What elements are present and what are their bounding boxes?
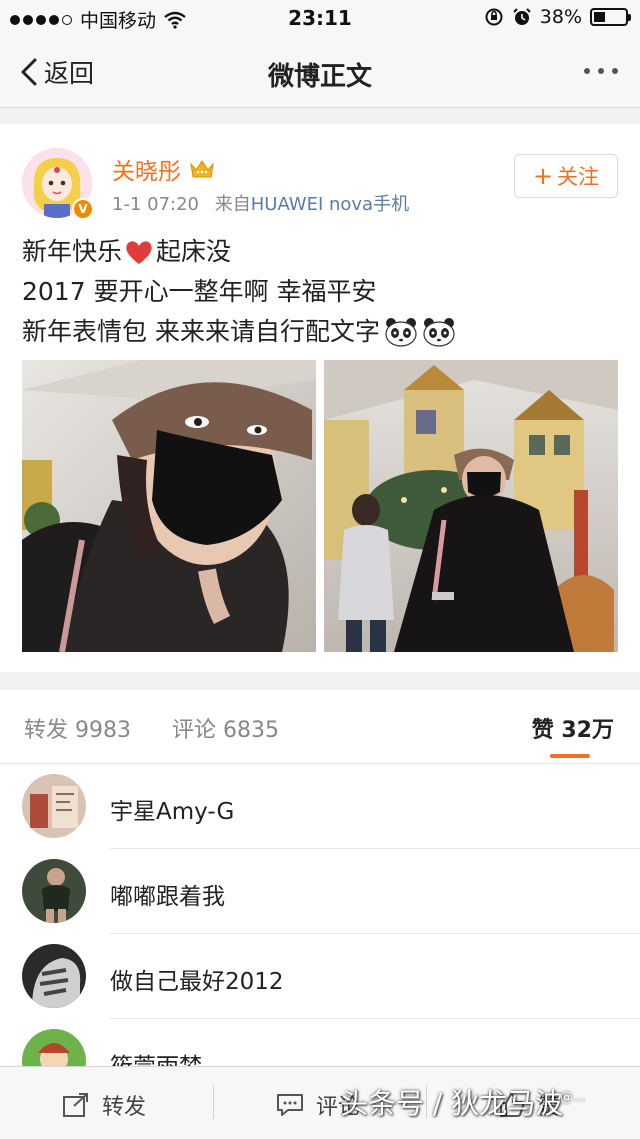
avatar[interactable] xyxy=(22,944,86,1008)
post-source[interactable]: HUAWEI nova手机 xyxy=(251,194,409,215)
share-icon xyxy=(63,1093,88,1117)
post-line-3: 新年表情包 来来来请自行配文字 xyxy=(22,312,456,352)
post-line-3-text: 新年表情包 来来来请自行配文字 xyxy=(22,317,380,346)
list-item[interactable]: 嘟嘟跟着我 xyxy=(0,849,640,934)
repost-label: 转发 xyxy=(102,1095,147,1120)
liker-name: 做自己最好2012 xyxy=(110,969,284,995)
liker-name: 筱萱雨梦 xyxy=(110,1047,202,1066)
verified-badge: V xyxy=(72,198,94,220)
list-item[interactable]: 筱萱雨梦 xyxy=(0,1019,640,1066)
tab-reposts[interactable]: 转发 9983 xyxy=(24,712,131,744)
post-photo-2[interactable] xyxy=(324,360,618,652)
avatar-image xyxy=(22,859,86,923)
battery-percent: 38% xyxy=(539,6,582,28)
page-title: 微博正文 xyxy=(267,62,372,92)
tab-comments-label: 评论 xyxy=(172,718,217,743)
post-timestamp: 1-1 07:20 xyxy=(112,194,199,215)
post-line-1-a: 新年快乐 xyxy=(22,237,123,266)
avatar[interactable] xyxy=(22,774,86,838)
panda-emoji-icon xyxy=(385,318,417,347)
post-line-1: 新年快乐 起床没 xyxy=(22,232,456,272)
likers-list: 宇星Amy-G 嘟嘟跟着我 做自己最好2012 xyxy=(0,764,640,1066)
avatar-image xyxy=(22,944,86,1008)
tab-comments[interactable]: 评论 6835 xyxy=(172,712,279,744)
panda-emoji-icon xyxy=(423,318,455,347)
more-dot-icon xyxy=(584,68,590,74)
list-item[interactable]: 做自己最好2012 xyxy=(0,934,640,1019)
post-photo-1[interactable] xyxy=(22,360,316,652)
status-bar: 中国移动 23:11 38% xyxy=(0,0,640,36)
crown-icon xyxy=(190,160,214,178)
tab-comments-count: 6835 xyxy=(223,718,280,743)
mall-photo-image xyxy=(324,360,618,652)
avatar-image xyxy=(22,1029,86,1066)
plus-icon: + xyxy=(532,162,554,190)
tab-reposts-count: 9983 xyxy=(75,718,132,743)
post-text: 新年快乐 起床没 2017 要开心一整年啊 幸福平安 新年表情包 来来来请自行配… xyxy=(22,232,456,352)
liker-name: 嘟嘟跟着我 xyxy=(110,884,225,910)
more-dot-icon xyxy=(598,68,604,74)
source-prefix: 来自 xyxy=(214,194,251,215)
avatar-image xyxy=(22,774,86,838)
tab-likes[interactable]: 赞 32万 xyxy=(532,712,614,744)
more-options-button[interactable] xyxy=(584,68,618,74)
post-line-2-text: 2017 要开心一整年啊 幸福平安 xyxy=(22,277,377,306)
weibo-watermark: @... xyxy=(560,1090,586,1105)
follow-label: 关注 xyxy=(557,165,600,189)
tab-likes-label: 赞 xyxy=(531,718,554,743)
comment-icon xyxy=(277,1094,303,1116)
avatar[interactable] xyxy=(22,859,86,923)
post-card: V 关晓彤 1-1 07:20 来自HUAWEI nova手机 + 关注 新年快… xyxy=(0,124,640,672)
selfie-photo-image xyxy=(22,360,316,652)
watermark: 头条号 / 狄龙马波 xyxy=(340,1087,564,1120)
author-name[interactable]: 关晓彤 xyxy=(112,152,181,186)
status-right: 38% xyxy=(484,6,631,28)
list-item[interactable]: 宇星Amy-G xyxy=(0,764,640,849)
nav-bar: 返回 微博正文 xyxy=(0,36,640,108)
post-line-1-b: 起床没 xyxy=(156,237,232,266)
post-meta: 1-1 07:20 来自HUAWEI nova手机 xyxy=(112,190,409,216)
toolbar-divider xyxy=(213,1085,214,1119)
post-line-2: 2017 要开心一整年啊 幸福平安 xyxy=(22,272,456,312)
author-avatar[interactable]: V xyxy=(22,148,94,220)
tab-likes-count: 32万 xyxy=(561,718,614,743)
avatar[interactable] xyxy=(22,1029,86,1066)
alarm-icon xyxy=(513,8,531,25)
tab-reposts-label: 转发 xyxy=(24,718,69,743)
active-tab-indicator xyxy=(550,754,590,758)
heart-emoji-icon xyxy=(126,241,152,264)
battery-icon xyxy=(590,8,631,26)
stats-tabs: 转发 9983 评论 6835 赞 32万 xyxy=(0,690,640,764)
rotation-lock-icon xyxy=(485,8,503,26)
liker-name: 宇星Amy-G xyxy=(110,799,235,825)
follow-button[interactable]: + 关注 xyxy=(514,154,618,198)
more-dot-icon xyxy=(612,68,618,74)
repost-button[interactable]: 转发 xyxy=(62,1089,146,1121)
author-name-row: 关晓彤 xyxy=(112,152,215,186)
